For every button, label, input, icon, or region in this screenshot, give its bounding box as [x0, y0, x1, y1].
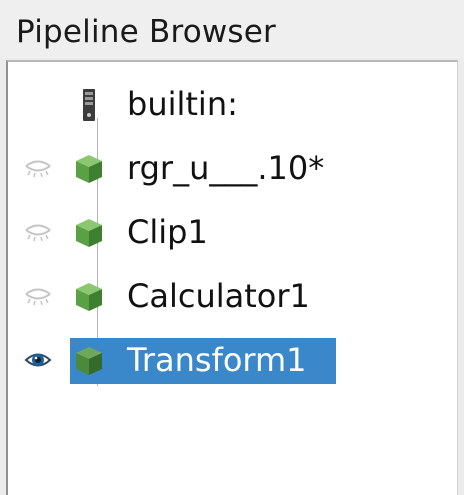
- tree-item-label: Transform1: [127, 341, 307, 379]
- tree-item-label: Clip1: [127, 213, 208, 251]
- eye-open-icon[interactable]: [24, 349, 52, 371]
- eye-closed-icon[interactable]: [24, 285, 52, 307]
- tree-item-builtin[interactable]: builtin:: [8, 82, 460, 128]
- tree-item-label: rgr_u___.10*: [127, 149, 325, 187]
- tree-item-label: builtin:: [127, 85, 238, 123]
- panel-header: Pipeline Browser: [0, 0, 464, 58]
- tree-item-rgr-dataset[interactable]: rgr_u___.10*: [8, 146, 460, 192]
- tree-item-calculator1[interactable]: Calculator1: [8, 274, 460, 320]
- dataset-cube-icon: [72, 280, 106, 314]
- panel-title: Pipeline Browser: [16, 14, 276, 50]
- dataset-cube-icon: [72, 216, 106, 250]
- tree-item-clip1[interactable]: Clip1: [8, 210, 460, 256]
- pipeline-browser-panel: Pipeline Browser builtin: rgr_u___.10* C…: [0, 0, 464, 495]
- tree-item-label: Calculator1: [127, 277, 310, 315]
- eye-closed-icon[interactable]: [24, 157, 52, 179]
- server-icon: [72, 88, 106, 122]
- tree-item-transform1[interactable]: Transform1: [8, 338, 460, 384]
- dataset-cube-icon: [72, 152, 106, 186]
- dataset-cube-icon: [72, 344, 106, 378]
- eye-closed-icon[interactable]: [24, 221, 52, 243]
- pipeline-tree[interactable]: builtin: rgr_u___.10* Clip1 Calculator1 …: [6, 60, 458, 495]
